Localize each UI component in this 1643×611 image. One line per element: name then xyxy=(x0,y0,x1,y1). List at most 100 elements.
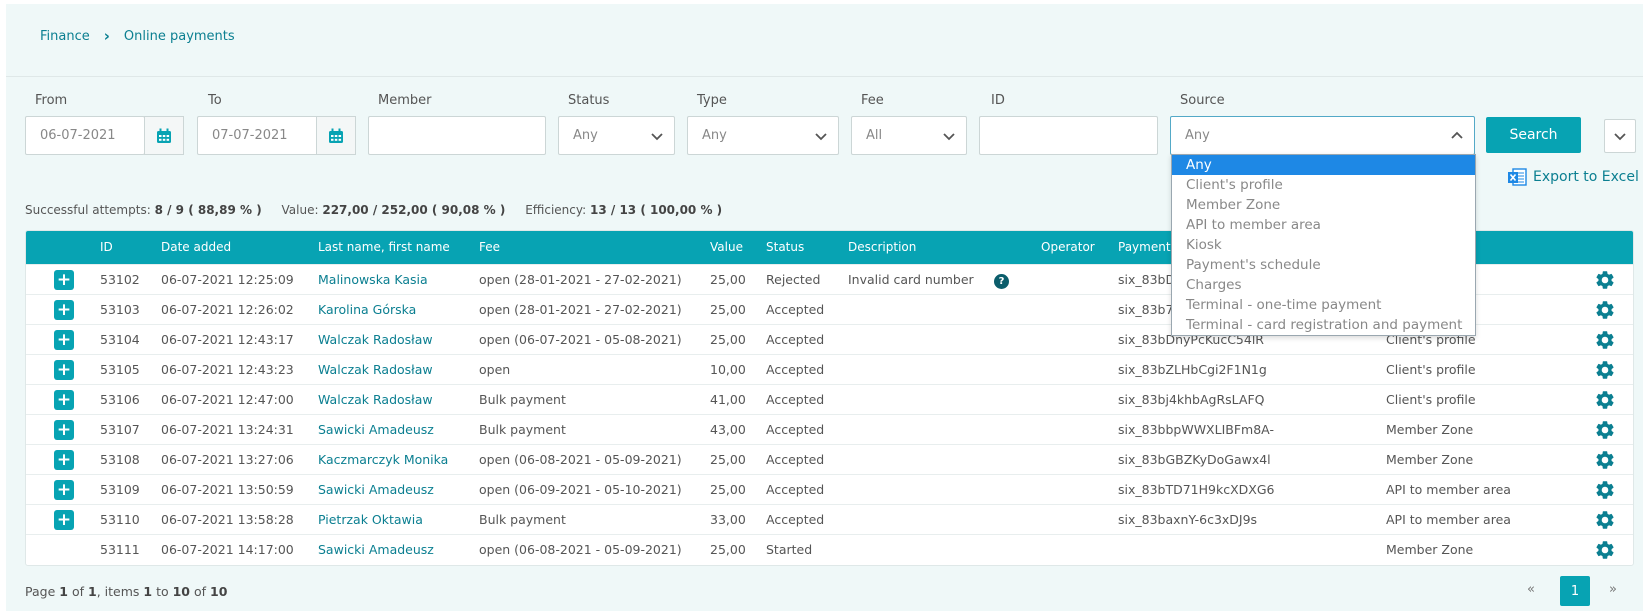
cell-date: 06-07-2021 13:58:28 xyxy=(161,512,294,527)
cell-status: Accepted xyxy=(766,452,825,467)
export-to-excel-link[interactable]: Export to Excel xyxy=(1507,167,1639,187)
gear-icon[interactable] xyxy=(1594,359,1616,381)
expand-row-button[interactable]: + xyxy=(54,450,74,470)
items-to: 10 xyxy=(172,584,191,599)
gear-icon[interactable] xyxy=(1594,419,1616,441)
expand-row-button[interactable]: + xyxy=(54,390,74,410)
cell-fee: Bulk payment xyxy=(479,512,566,527)
cell-fee: Bulk payment xyxy=(479,422,566,437)
pagination-next[interactable]: » xyxy=(1609,582,1617,597)
gear-icon[interactable] xyxy=(1594,539,1616,561)
header-value[interactable]: Value xyxy=(710,240,743,254)
header-id[interactable]: ID xyxy=(100,240,113,254)
source-select[interactable]: Any xyxy=(1170,116,1475,155)
cell-source: Member Zone xyxy=(1386,542,1474,557)
cell-name[interactable]: Pietrzak Oktawia xyxy=(318,512,423,527)
id-input[interactable] xyxy=(979,116,1158,155)
breadcrumb-separator-icon: › xyxy=(103,27,110,45)
gear-icon[interactable] xyxy=(1594,299,1616,321)
header-payment[interactable]: Payment I xyxy=(1118,240,1178,254)
from-label: From xyxy=(35,93,68,108)
items-total: 10 xyxy=(210,584,228,599)
source-option[interactable]: Member Zone xyxy=(1172,195,1475,215)
expand-row-button[interactable]: + xyxy=(54,330,74,350)
gear-icon[interactable] xyxy=(1594,479,1616,501)
type-select[interactable]: Any xyxy=(687,116,839,155)
cell-payment: six_83baxnY-6c3xDJ9s xyxy=(1118,512,1258,527)
fee-label: Fee xyxy=(861,93,884,108)
gear-icon[interactable] xyxy=(1594,449,1616,471)
pagination-current-page[interactable]: 1 xyxy=(1560,576,1590,606)
fee-select[interactable]: All xyxy=(851,116,967,155)
cell-source: Member Zone xyxy=(1386,452,1474,467)
expand-row-button[interactable]: + xyxy=(54,510,74,530)
breadcrumb-online-payments[interactable]: Online payments xyxy=(124,29,235,44)
cell-date: 06-07-2021 12:43:17 xyxy=(161,332,294,347)
expand-row-button[interactable]: + xyxy=(54,360,74,380)
header-fee[interactable]: Fee xyxy=(479,240,500,254)
cell-id: 53106 xyxy=(100,392,140,407)
source-option[interactable]: Any xyxy=(1172,155,1475,175)
cell-name[interactable]: Sawicki Amadeusz xyxy=(318,422,434,437)
cell-id: 53103 xyxy=(100,302,140,317)
header-operator[interactable]: Operator xyxy=(1041,240,1095,254)
cell-payment: six_83bD xyxy=(1118,272,1176,287)
header-date[interactable]: Date added xyxy=(161,240,231,254)
to-date-input[interactable]: 07-07-2021 xyxy=(197,116,318,155)
cell-value: 41,00 xyxy=(710,392,746,407)
cell-id: 53109 xyxy=(100,482,140,497)
member-input[interactable] xyxy=(368,116,546,155)
cell-name[interactable]: Kaczmarczyk Monika xyxy=(318,452,448,467)
gear-icon[interactable] xyxy=(1594,329,1616,351)
cell-name[interactable]: Walczak Radosław xyxy=(318,362,433,377)
divider xyxy=(6,76,1643,77)
source-option[interactable]: Charges xyxy=(1172,275,1475,295)
cell-fee: open (06-08-2021 - 05-09-2021) xyxy=(479,542,682,557)
from-date-input[interactable]: 06-07-2021 xyxy=(25,116,145,155)
header-description[interactable]: Description xyxy=(848,240,916,254)
cell-fee: open (28-01-2021 - 27-02-2021) xyxy=(479,272,682,287)
expand-row-button[interactable]: + xyxy=(54,270,74,290)
expand-row-button[interactable]: + xyxy=(54,300,74,320)
value-label: Value: xyxy=(281,203,319,217)
cell-name[interactable]: Sawicki Amadeusz xyxy=(318,482,434,497)
source-option[interactable]: Payment's schedule xyxy=(1172,255,1475,275)
to-word: to xyxy=(156,584,169,599)
cell-source: API to member area xyxy=(1386,512,1511,527)
cell-name[interactable]: Malinowska Kasia xyxy=(318,272,428,287)
to-calendar-button[interactable] xyxy=(316,116,356,155)
source-option[interactable]: Terminal - card registration and payment xyxy=(1172,315,1475,335)
cell-source: Member Zone xyxy=(1386,422,1474,437)
cell-name[interactable]: Walczak Radosław xyxy=(318,392,433,407)
breadcrumb: Finance › Online payments xyxy=(40,27,235,45)
cell-value: 25,00 xyxy=(710,332,746,347)
source-option[interactable]: Kiosk xyxy=(1172,235,1475,255)
cell-name[interactable]: Karolina Górska xyxy=(318,302,416,317)
cell-value: 43,00 xyxy=(710,422,746,437)
header-name[interactable]: Last name, first name xyxy=(318,240,450,254)
status-select[interactable]: Any xyxy=(558,116,675,155)
more-filters-button[interactable] xyxy=(1604,119,1636,153)
gear-icon[interactable] xyxy=(1594,389,1616,411)
expand-row-button[interactable]: + xyxy=(54,480,74,500)
table-row: 53111 06-07-2021 14:17:00 Sawicki Amadeusz… xyxy=(26,534,1633,564)
source-option[interactable]: Client's profile xyxy=(1172,175,1475,195)
cell-value: 25,00 xyxy=(710,482,746,497)
cell-name[interactable]: Sawicki Amadeusz xyxy=(318,542,434,557)
help-icon[interactable]: ? xyxy=(994,274,1009,289)
header-status[interactable]: Status xyxy=(766,240,804,254)
pagination-prev[interactable]: « xyxy=(1527,582,1535,597)
expand-row-button[interactable]: + xyxy=(54,420,74,440)
efficiency-label: Efficiency: xyxy=(525,203,587,217)
search-button[interactable]: Search xyxy=(1486,117,1581,153)
gear-icon[interactable] xyxy=(1594,509,1616,531)
gear-icon[interactable] xyxy=(1594,269,1616,291)
source-option[interactable]: Terminal - one-time payment xyxy=(1172,295,1475,315)
breadcrumb-finance[interactable]: Finance xyxy=(40,29,90,44)
cell-name[interactable]: Walczak Radosław xyxy=(318,332,433,347)
of-word-2: of xyxy=(194,584,207,599)
from-calendar-button[interactable] xyxy=(144,116,184,155)
source-option[interactable]: API to member area xyxy=(1172,215,1475,235)
cell-value: 25,00 xyxy=(710,542,746,557)
cell-source: Client's profile xyxy=(1386,392,1476,407)
